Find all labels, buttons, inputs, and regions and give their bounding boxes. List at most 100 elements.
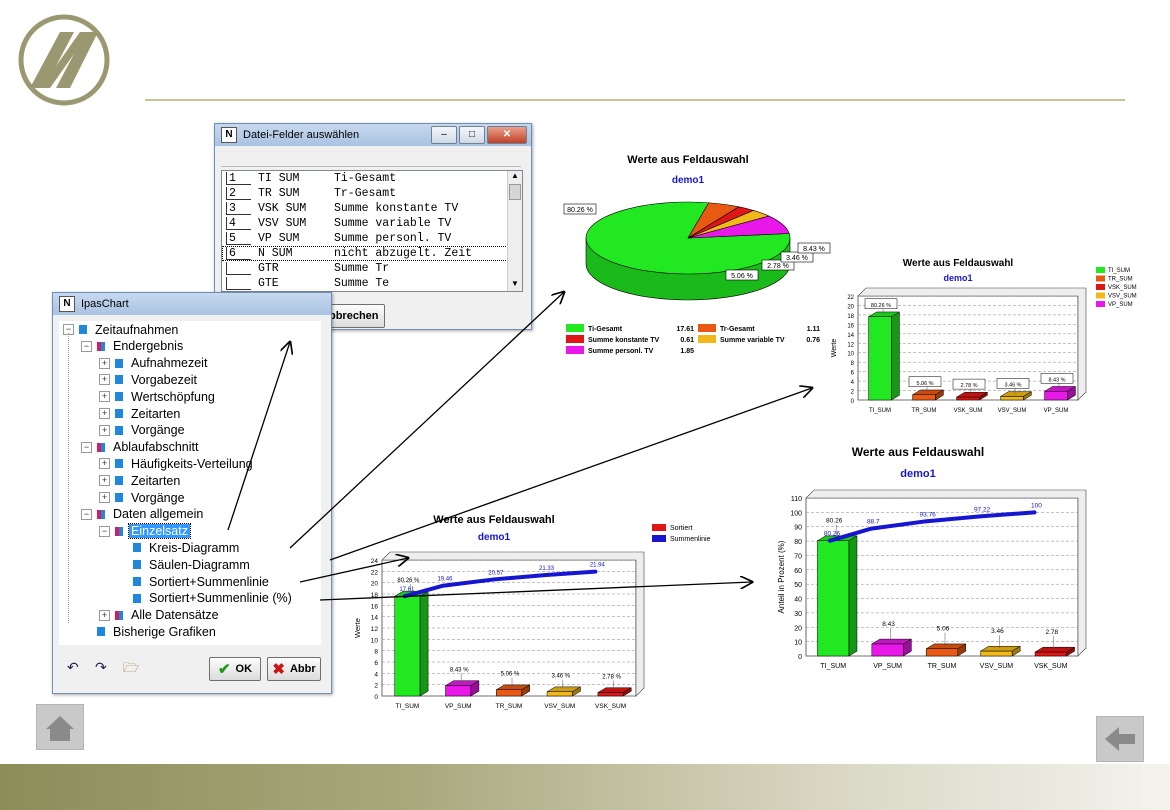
y-tick-label: 70 <box>794 553 802 560</box>
y-tick-label: 6 <box>374 660 378 667</box>
legend-label: Summe personl. TV <box>588 348 654 355</box>
y-tick-label: 14 <box>371 615 379 622</box>
legend-label: Tr-Gesamt <box>720 326 755 333</box>
bar <box>817 540 850 657</box>
bar <box>925 648 959 657</box>
data-label: 80.26 % <box>871 303 891 309</box>
data-label: 2.78 % <box>602 675 621 681</box>
bar <box>956 396 980 401</box>
y-tick-label: 4 <box>851 380 855 386</box>
legend-label: Ti-Gesamt <box>588 326 623 333</box>
data-label: 2.78 <box>1045 629 1058 636</box>
x-tick-label: TI_SUM <box>395 703 419 710</box>
legend-label: VSV_SUM <box>1108 294 1137 300</box>
y-tick-label: 18 <box>371 592 379 599</box>
legend-value: 0.76 <box>806 337 820 344</box>
legend-swatch <box>1096 292 1105 299</box>
y-tick-label: 60 <box>794 568 802 575</box>
pie-label: 8.43 % <box>803 246 825 253</box>
chart-title: Werte aus Feldauswahl <box>903 258 1014 269</box>
chart-subtitle: demo1 <box>900 468 935 480</box>
x-tick-label: VP_SUM <box>445 703 472 710</box>
cumulative-label: 97.22 <box>974 506 991 513</box>
bar <box>871 643 904 657</box>
y-tick-label: 16 <box>371 603 379 610</box>
y-tick-label: 16 <box>847 323 854 329</box>
y-axis-label: Werte <box>353 618 362 638</box>
y-tick-label: 100 <box>790 510 802 517</box>
legend-swatch <box>698 324 716 332</box>
cumulative-label: 19.46 <box>437 577 453 583</box>
y-tick-label: 4 <box>374 671 378 678</box>
legend-value: 0.61 <box>680 337 694 344</box>
y-tick-label: 90 <box>794 525 802 532</box>
y-tick-label: 22 <box>847 295 854 301</box>
x-tick-label: VSV_SUM <box>998 408 1027 414</box>
bar <box>597 692 624 697</box>
legend-label: VSK_SUM <box>1108 285 1137 291</box>
bar <box>496 689 522 697</box>
y-tick-label: 20 <box>794 625 802 632</box>
y-tick-label: 8 <box>374 649 378 656</box>
data-label: 3.46 % <box>551 674 570 680</box>
bar <box>980 650 1013 657</box>
legend-swatch <box>566 346 584 354</box>
y-tick-label: 18 <box>847 314 854 320</box>
y-tick-label: 12 <box>847 342 854 348</box>
legend-label: Summe konstante TV <box>588 337 660 344</box>
x-tick-label: TI_SUM <box>869 408 891 414</box>
home-button[interactable] <box>36 704 84 750</box>
bar <box>1000 396 1024 401</box>
x-tick-label: TR_SUM <box>496 703 523 710</box>
cumulative-label: 93.76 <box>920 511 937 518</box>
legend-swatch <box>566 335 584 343</box>
legend-swatch <box>566 324 584 332</box>
x-tick-label: TR_SUM <box>912 408 937 414</box>
pie-label: 5.06 % <box>731 273 753 280</box>
chart-subtitle: demo1 <box>478 532 511 543</box>
legend-swatch <box>698 335 716 343</box>
data-label: 5.06 % <box>916 381 933 387</box>
bar <box>546 691 573 697</box>
y-tick-label: 8 <box>851 361 855 367</box>
arrow-left-icon <box>1105 727 1135 751</box>
y-tick-label: 2 <box>851 390 855 396</box>
x-tick-label: VSK_SUM <box>595 703 626 710</box>
back-button[interactable] <box>1096 716 1144 762</box>
legend-swatch <box>652 524 666 531</box>
cumulative-label: 21.94 <box>590 563 606 569</box>
legend-swatch <box>1096 275 1105 282</box>
legend-value: 17.61 <box>676 326 694 333</box>
x-tick-label: VSK_SUM <box>1034 663 1068 670</box>
bar-side <box>891 311 900 401</box>
y-axis-label: Werte <box>831 339 838 358</box>
y-tick-label: 40 <box>794 597 802 604</box>
legend-swatch <box>652 535 666 542</box>
y-tick-label: 24 <box>371 558 379 565</box>
cumulative-label: 100 <box>1031 502 1042 509</box>
bar <box>868 316 892 401</box>
data-label: 8.43 % <box>1048 377 1065 383</box>
x-tick-label: VSV_SUM <box>544 703 575 710</box>
legend-label: VP_SUM <box>1108 302 1133 308</box>
bar <box>445 685 472 697</box>
legend-swatch <box>1096 267 1105 273</box>
bar-side <box>419 590 429 697</box>
legend-swatch <box>1096 284 1105 290</box>
pie-label: 80.26 % <box>567 207 593 214</box>
y-tick-label: 10 <box>371 637 379 644</box>
x-tick-label: TR_SUM <box>928 663 957 670</box>
data-label: 8.43 % <box>450 668 469 674</box>
y-tick-label: 20 <box>847 304 854 310</box>
chart-title: Werte aus Feldauswahl <box>627 154 748 166</box>
legend-value: 1.85 <box>680 348 694 355</box>
data-label: 5.06 % <box>501 672 520 678</box>
home-icon <box>46 716 74 741</box>
data-label: 8.43 <box>882 621 895 628</box>
chart-title: Werte aus Feldauswahl <box>852 445 985 459</box>
cumulative-label: 80.26 <box>824 531 841 538</box>
legend-value: 1.11 <box>807 326 820 333</box>
legend-label: TI_SUM <box>1108 268 1130 274</box>
x-tick-label: TI_SUM <box>820 663 846 670</box>
data-label: 5.06 <box>937 626 950 633</box>
